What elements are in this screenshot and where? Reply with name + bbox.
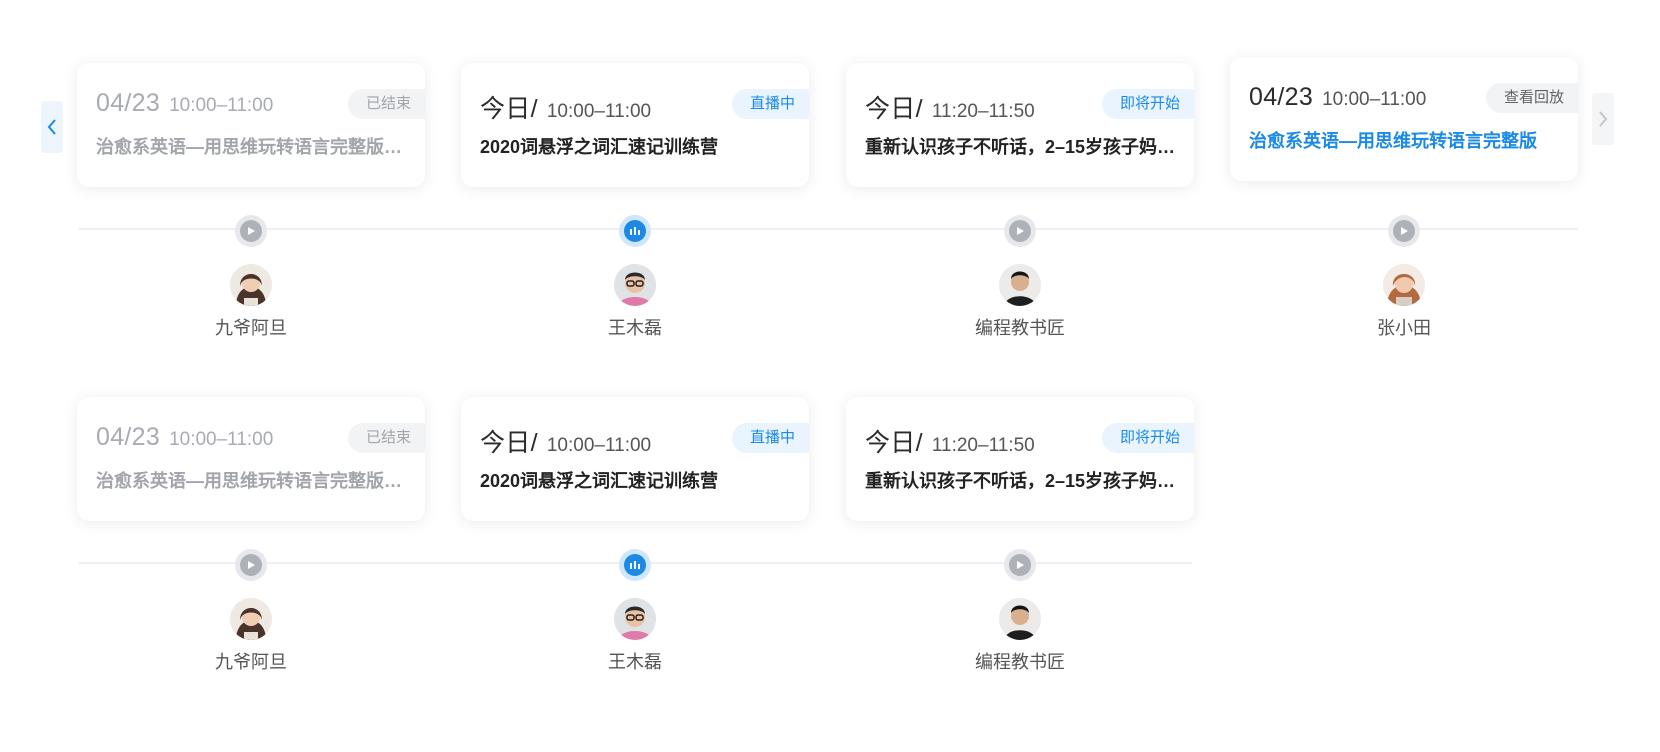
play-icon: [248, 227, 255, 235]
schedule-row-2: 04/23 10:00–11:00 已结束 治愈系英语—用思维玩转语言完整版… …: [0, 391, 1660, 691]
play-button[interactable]: [235, 215, 267, 247]
session-time: 11:20–11:50: [931, 101, 1035, 122]
play-button[interactable]: [235, 549, 267, 581]
session-date: 04/23: [96, 423, 161, 451]
teacher-name: 王木磊: [608, 652, 662, 672]
avatar: [1383, 264, 1425, 306]
session-card[interactable]: 04/23 10:00–11:00 已结束 治愈系英语—用思维玩转语言完整版…: [77, 397, 425, 521]
avatar: [999, 264, 1041, 306]
session-date: 今日/: [865, 95, 923, 123]
session-title: 治愈系英语—用思维玩转语言完整版…: [96, 137, 402, 157]
session-time: 11:20–11:50: [931, 435, 1035, 456]
session-card[interactable]: 04/23 10:00–11:00 已结束 治愈系英语—用思维玩转语言完整版…: [77, 63, 425, 187]
session-card[interactable]: 今日/ 10:00–11:00 直播中 2020词悬浮之词汇速记训练营: [461, 397, 809, 521]
play-icon: [1017, 561, 1024, 569]
play-icon: [1017, 227, 1024, 235]
live-indicator-button[interactable]: [619, 549, 651, 581]
teacher-name: 编程教书匠: [975, 318, 1065, 338]
session-title-link[interactable]: 治愈系英语—用思维玩转语言完整版: [1249, 127, 1564, 153]
status-badge: 直播中: [731, 89, 809, 119]
session-time: 10:00–11:00: [546, 435, 652, 456]
session-date: 04/23: [96, 89, 161, 117]
session-time: 10:00–11:00: [169, 95, 274, 116]
session-title: 治愈系英语—用思维玩转语言完整版…: [96, 471, 402, 491]
status-badge: 已结束: [347, 89, 425, 119]
play-icon: [248, 561, 255, 569]
status-badge: 即将开始: [1101, 89, 1194, 119]
session-item: 04/23 10:00–11:00 已结束 治愈系英语—用思维玩转语言完整版… …: [77, 57, 425, 347]
session-item: 今日/ 10:00–11:00 直播中 2020词悬浮之词汇速记训练营 王木磊: [461, 57, 809, 347]
session-item: 今日/ 10:00–11:00 直播中 2020词悬浮之词汇速记训练营 王木磊: [461, 391, 809, 681]
avatar: [614, 264, 656, 306]
session-time: 10:00–11:00: [169, 429, 274, 450]
audio-bars-icon: [630, 561, 640, 569]
session-time: 10:00–11:00: [546, 101, 652, 122]
session-item: 今日/ 11:20–11:50 即将开始 重新认识孩子不听话，2–15岁孩子妈……: [846, 391, 1194, 681]
session-time: 10:00–11:00: [1322, 89, 1427, 110]
status-badge: 已结束: [347, 423, 425, 453]
play-button[interactable]: [1004, 549, 1036, 581]
session-card[interactable]: 今日/ 11:20–11:50 即将开始 重新认识孩子不听话，2–15岁孩子妈…: [846, 63, 1194, 187]
session-title: 重新认识孩子不听话，2–15岁孩子妈…: [865, 471, 1176, 491]
session-date: 今日/: [480, 95, 538, 123]
session-title: 2020词悬浮之词汇速记训练营: [480, 137, 719, 157]
avatar: [230, 264, 272, 306]
session-item: 04/23 10:00–11:00 查看回放 治愈系英语—用思维玩转语言完整版 …: [1230, 57, 1578, 347]
session-item: 04/23 10:00–11:00 已结束 治愈系英语—用思维玩转语言完整版… …: [77, 391, 425, 681]
avatar: [230, 598, 272, 640]
avatar: [614, 598, 656, 640]
session-date: 今日/: [865, 429, 923, 457]
teacher-name: 编程教书匠: [975, 652, 1065, 672]
teacher-name: 九爷阿旦: [215, 652, 287, 672]
session-title: 2020词悬浮之词汇速记训练营: [480, 471, 719, 491]
teacher-name: 王木磊: [608, 318, 662, 338]
schedule-row-1: 04/23 10:00–11:00 已结束 治愈系英语—用思维玩转语言完整版… …: [0, 57, 1660, 357]
teacher-name: 九爷阿旦: [215, 318, 287, 338]
session-item: 今日/ 11:20–11:50 即将开始 重新认识孩子不听话，2–15岁孩子妈……: [846, 57, 1194, 347]
session-card[interactable]: 今日/ 11:20–11:50 即将开始 重新认识孩子不听话，2–15岁孩子妈…: [846, 397, 1194, 521]
session-date: 04/23: [1249, 83, 1314, 111]
session-card[interactable]: 今日/ 10:00–11:00 直播中 2020词悬浮之词汇速记训练营: [461, 63, 809, 187]
status-badge: 即将开始: [1101, 423, 1194, 453]
status-badge: 直播中: [731, 423, 809, 453]
teacher-name: 张小田: [1377, 318, 1431, 338]
play-button[interactable]: [1388, 215, 1420, 247]
play-button[interactable]: [1004, 215, 1036, 247]
replay-button[interactable]: 查看回放: [1485, 83, 1578, 113]
session-date: 今日/: [480, 429, 538, 457]
live-indicator-button[interactable]: [619, 215, 651, 247]
audio-bars-icon: [630, 227, 640, 235]
session-title: 重新认识孩子不听话，2–15岁孩子妈…: [865, 137, 1176, 157]
session-card[interactable]: 04/23 10:00–11:00 查看回放 治愈系英语—用思维玩转语言完整版: [1230, 57, 1578, 181]
play-icon: [1401, 227, 1408, 235]
avatar: [999, 598, 1041, 640]
